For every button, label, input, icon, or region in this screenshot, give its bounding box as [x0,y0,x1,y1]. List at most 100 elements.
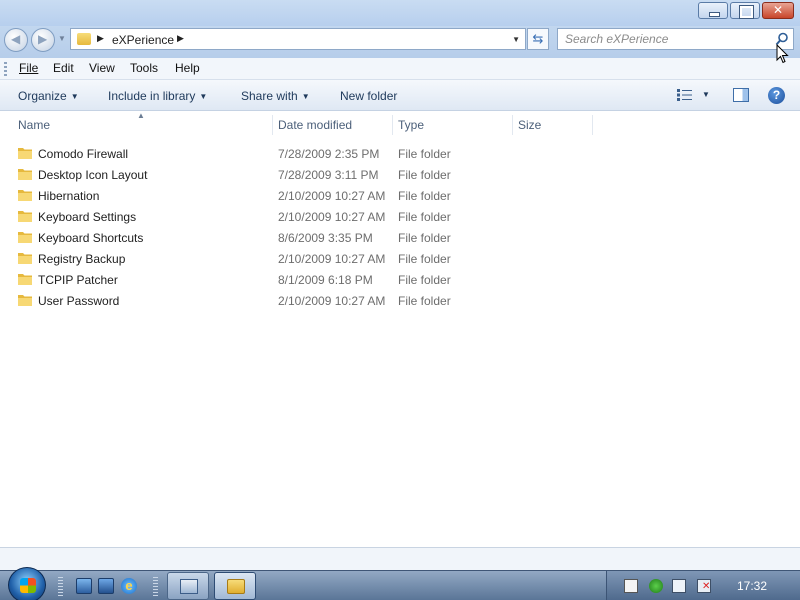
volume-muted-icon[interactable] [697,579,711,593]
navigation-bar: ◀ ▶ ▼ ▶ eXPerience ▶ ▼ ⇆ [0,26,800,58]
switch-windows-icon[interactable] [98,578,114,594]
column-type[interactable]: Type [398,118,424,132]
list-item[interactable]: Keyboard Shortcuts 8/6/2009 3:35 PM File… [0,227,800,248]
taskbar-button-control-panel[interactable] [167,572,209,600]
menu-grip [4,62,7,76]
column-name[interactable]: Name [18,118,50,132]
file-date: 8/6/2009 3:35 PM [278,231,373,245]
folder-icon [18,295,32,306]
file-date: 7/28/2009 2:35 PM [278,147,380,161]
list-item[interactable]: Registry Backup 2/10/2009 10:27 AM File … [0,248,800,269]
security-shield-icon[interactable] [649,579,663,593]
chevron-down-icon: ▼ [301,92,310,101]
file-type: File folder [398,231,451,245]
recent-pages-dropdown[interactable]: ▼ [58,34,66,43]
column-date-modified[interactable]: Date modified [278,118,352,132]
column-divider[interactable] [392,115,393,135]
breadcrumb-chevron-icon[interactable]: ▶ [177,33,184,44]
menu-tools[interactable]: Tools [130,61,158,75]
taskbar-button-explorer[interactable] [214,572,256,600]
column-divider[interactable] [272,115,273,135]
address-bar[interactable]: ▶ eXPerience ▶ ▼ [70,28,526,50]
mouse-cursor-icon [776,44,789,64]
folder-icon [18,211,32,222]
folder-icon [227,579,245,594]
file-date: 2/10/2009 10:27 AM [278,189,386,203]
include-in-library-button[interactable]: Include in library ▼ [108,89,207,103]
new-folder-button[interactable]: New folder [340,89,397,103]
file-date: 8/1/2009 6:18 PM [278,273,373,287]
list-item[interactable]: TCPIP Patcher 8/1/2009 6:18 PM File fold… [0,269,800,290]
file-name: Registry Backup [38,252,126,266]
column-divider[interactable] [592,115,593,135]
close-button[interactable] [762,2,794,19]
list-item[interactable]: User Password 2/10/2009 10:27 AM File fo… [0,290,800,311]
preview-pane-icon[interactable] [733,88,749,102]
file-type: File folder [398,168,451,182]
file-type: File folder [398,147,451,161]
help-icon[interactable]: ? [768,87,785,104]
back-button[interactable]: ◀ [4,28,28,52]
file-date: 2/10/2009 10:27 AM [278,210,386,224]
back-arrow-icon: ◀ [11,32,21,46]
minimize-button[interactable] [698,2,728,19]
folder-icon [77,33,91,45]
file-type: File folder [398,210,451,224]
sort-ascending-icon: ▲ [137,111,145,120]
file-name: User Password [38,294,120,308]
menu-bar: File Edit View Tools Help [0,58,800,80]
organize-button[interactable]: Organize ▼ [18,89,79,103]
document-tray-icon[interactable] [624,579,638,593]
folder-icon [18,190,32,201]
folder-icon [18,274,32,285]
list-item[interactable]: Keyboard Settings 2/10/2009 10:27 AM Fil… [0,206,800,227]
file-name: Hibernation [38,189,100,203]
window-titlebar[interactable] [0,0,800,26]
details-pane [0,547,800,570]
breadcrumb-chevron-icon[interactable]: ▶ [97,33,104,44]
folder-icon [18,169,32,180]
menu-file[interactable]: File [19,61,38,75]
network-icon[interactable] [672,579,686,593]
file-name: TCPIP Patcher [38,273,118,287]
file-type: File folder [398,294,451,308]
internet-explorer-icon[interactable]: e [121,578,137,594]
share-with-button[interactable]: Share with ▼ [241,89,310,103]
maximize-button[interactable] [730,2,760,19]
refresh-icon: ⇆ [532,31,544,46]
address-dropdown-icon[interactable]: ▼ [512,35,520,44]
refresh-button[interactable]: ⇆ [527,28,549,50]
forward-button[interactable]: ▶ [31,28,55,52]
column-divider[interactable] [512,115,513,135]
search-box[interactable] [557,28,794,50]
toolbar-grip[interactable] [58,577,63,597]
file-name: Desktop Icon Layout [38,168,148,182]
column-size[interactable]: Size [518,118,541,132]
toolbar-grip[interactable] [153,577,158,597]
column-header-row: ▲ Name Date modified Type Size [0,111,800,139]
file-name: Comodo Firewall [38,147,129,161]
share-with-label: Share with [241,89,298,103]
breadcrumb-segment[interactable]: eXPerience [112,33,174,47]
list-item[interactable]: Comodo Firewall 7/28/2009 2:35 PM File f… [0,143,800,164]
search-input[interactable] [565,30,765,48]
list-item[interactable]: Desktop Icon Layout 7/28/2009 3:11 PM Fi… [0,164,800,185]
file-date: 2/10/2009 10:27 AM [278,252,386,266]
windows-logo-icon [20,578,36,593]
start-button[interactable] [8,567,46,600]
show-desktop-icon[interactable] [76,578,92,594]
file-type: File folder [398,252,451,266]
list-item[interactable]: Hibernation 2/10/2009 10:27 AM File fold… [0,185,800,206]
forward-arrow-icon: ▶ [38,32,48,46]
menu-help[interactable]: Help [175,61,200,75]
file-name: Keyboard Settings [38,210,137,224]
change-view-icon[interactable] [677,89,693,101]
menu-view[interactable]: View [89,61,115,75]
control-panel-icon [180,579,198,594]
view-options-dropdown-icon[interactable]: ▼ [702,90,710,99]
include-in-library-label: Include in library [108,89,196,103]
clock[interactable]: 17:32 [737,579,767,593]
notification-area: 17:32 [606,571,800,600]
menu-edit[interactable]: Edit [53,61,74,75]
chevron-down-icon: ▼ [199,92,208,101]
